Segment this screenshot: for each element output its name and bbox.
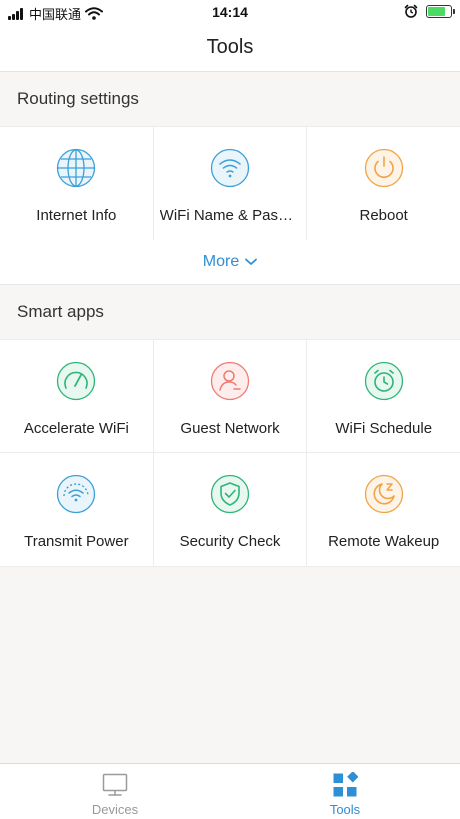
routing-grid-row: Internet Info WiFi Name & Password Reboo… <box>0 126 460 241</box>
smart-apps-grid-row-2: Transmit Power Security Check Remote Wak… <box>0 452 460 567</box>
page-title: Tools <box>206 36 254 58</box>
more-label: More <box>202 253 240 270</box>
app-remote-wakeup[interactable]: Remote Wakeup <box>307 453 460 566</box>
more-button[interactable]: More <box>0 240 460 285</box>
tab-devices[interactable]: Devices <box>0 764 230 819</box>
power-icon <box>364 148 404 188</box>
section-header-routing: Routing settings <box>0 72 460 126</box>
app-label: Remote Wakeup <box>328 533 440 550</box>
tool-internet-info[interactable]: Internet Info <box>0 127 154 240</box>
status-time: 14:14 <box>212 4 248 20</box>
tool-label: Internet Info <box>36 207 117 224</box>
tool-label: Reboot <box>359 207 408 224</box>
monitor-icon <box>102 773 128 796</box>
tools-grid-icon <box>333 772 358 797</box>
navigation-bar: Tools <box>0 24 460 72</box>
app-security-check[interactable]: Security Check <box>154 453 308 566</box>
app-label: Transmit Power <box>24 533 129 550</box>
battery-fill <box>428 6 445 16</box>
app-label: Security Check <box>179 533 281 550</box>
app-wifi-schedule[interactable]: WiFi Schedule <box>307 340 460 453</box>
alarm-status-icon <box>404 4 418 18</box>
tab-tools[interactable]: Tools <box>230 764 460 819</box>
smart-apps-grid-row-1: Accelerate WiFi Guest Network WiFi Sched… <box>0 339 460 454</box>
speedometer-icon <box>56 361 96 401</box>
shield-check-icon <box>210 474 250 514</box>
app-label: Guest Network <box>180 420 280 437</box>
section-header-smart-apps: Smart apps <box>0 285 460 339</box>
transmit-power-icon <box>56 474 96 514</box>
app-guest-network[interactable]: Guest Network <box>154 340 308 453</box>
alarm-clock-icon <box>364 361 404 401</box>
moon-icon <box>364 474 404 514</box>
tool-reboot[interactable]: Reboot <box>307 127 460 240</box>
tab-bar: Devices Tools <box>0 763 460 819</box>
status-right <box>404 4 455 18</box>
guest-user-icon <box>210 361 250 401</box>
globe-icon <box>56 148 96 188</box>
section-title-smart-apps: Smart apps <box>17 302 104 321</box>
app-label: WiFi Schedule <box>335 420 433 437</box>
chevron-down-icon <box>245 258 258 265</box>
tab-label-devices: Devices <box>91 802 139 817</box>
status-bar: 中国联通 14:14 <box>0 0 460 24</box>
app-label: Accelerate WiFi <box>23 420 129 437</box>
wifi-icon <box>210 148 250 188</box>
section-title-routing: Routing settings <box>17 89 139 108</box>
battery-icon <box>426 4 455 18</box>
tab-label-tools: Tools <box>329 802 361 817</box>
app-transmit-power[interactable]: Transmit Power <box>0 453 154 566</box>
tool-wifi-name-password[interactable]: WiFi Name & Password <box>154 127 308 240</box>
tool-label: WiFi Name & Password <box>159 207 301 224</box>
app-accelerate-wifi[interactable]: Accelerate WiFi <box>0 340 154 453</box>
